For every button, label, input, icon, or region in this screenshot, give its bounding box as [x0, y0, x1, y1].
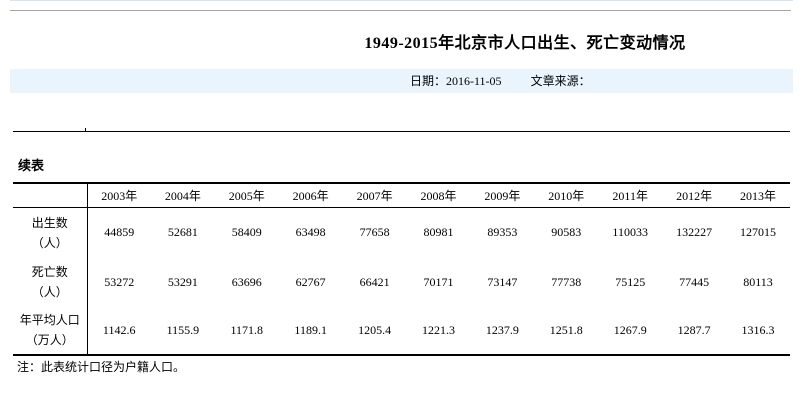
table-cell: 75125 — [615, 274, 646, 289]
page-title: 1949-2015年北京市人口出生、死亡变动情况 — [364, 35, 686, 52]
year-header: 2008年 — [406, 183, 471, 208]
table-cell: 77445 — [679, 274, 710, 289]
table-cell: 127015 — [740, 225, 777, 240]
table-row-avg-population: 年平均人口 （万人） 1142.6 1155.9 1171.8 1189.1 1… — [13, 306, 790, 355]
table-cell: 80981 — [423, 225, 454, 240]
year-header: 2004年 — [150, 183, 215, 208]
table-cell: 90583 — [551, 225, 582, 240]
table-cell: 63696 — [231, 274, 262, 289]
source-label: 文章来源： — [530, 74, 591, 88]
table-cell: 1142.6 — [102, 322, 136, 337]
row-label-line1: 年平均人口 — [19, 313, 80, 327]
row-label-line1: 出生数 — [31, 215, 68, 230]
table-cell: 1155.9 — [166, 322, 200, 337]
table-row-births: 出生数 （人） 44859 52681 58409 63498 77658 80… — [13, 207, 790, 258]
year-header: 2013年 — [726, 183, 790, 208]
top-gray-divider — [10, 10, 791, 11]
table-cell: 58409 — [231, 225, 262, 240]
population-table: 2003年 2004年 2005年 2006年 2007年 2008年 2009… — [13, 182, 790, 356]
table-cell: 1205.4 — [358, 322, 392, 337]
row-label-line2: （人） — [31, 235, 68, 250]
year-header: 2003年 — [87, 183, 151, 208]
year-header: 2005年 — [214, 183, 279, 208]
row-label-line1: 死亡数 — [31, 265, 68, 279]
table-row-deaths: 死亡数 （人） 53272 53291 63696 62767 66421 70… — [13, 258, 790, 306]
table-cell: 80113 — [743, 274, 773, 289]
table-cell: 110033 — [612, 225, 648, 240]
table-cell: 1189.1 — [294, 322, 327, 337]
meta-bar: 日期：2016-11-05 文章来源： — [10, 69, 793, 93]
table-header-row: 2003年 2004年 2005年 2006年 2007年 2008年 2009… — [13, 183, 790, 208]
previous-table-divider-tick — [85, 128, 86, 131]
table-cell: 66421 — [359, 274, 390, 289]
year-header: 2011年 — [598, 183, 663, 208]
row-label-line2: （人） — [31, 285, 68, 299]
top-blue-divider — [10, 0, 793, 1]
table-cell: 44859 — [104, 225, 135, 240]
table-cell: 77658 — [359, 225, 390, 240]
table-cell: 53291 — [167, 274, 198, 289]
table-cell: 1171.8 — [230, 322, 264, 337]
table-cell: 1267.9 — [613, 322, 647, 337]
table-cell: 1237.9 — [485, 322, 519, 337]
date-label: 日期：2016-11-05 — [410, 74, 502, 88]
table-cell: 1316.3 — [741, 322, 775, 337]
previous-table-bottom-border — [13, 131, 790, 132]
corner-cell — [13, 183, 88, 208]
table-cell: 1251.8 — [549, 322, 583, 337]
table-cell: 73147 — [487, 274, 518, 289]
year-header: 2012年 — [662, 183, 727, 208]
table-cell: 89353 — [487, 225, 518, 240]
row-label-line2: （万人） — [25, 333, 74, 347]
row-label-deaths: 死亡数 （人） — [13, 258, 88, 306]
year-header: 2007年 — [342, 183, 407, 208]
table-cell: 132227 — [676, 225, 713, 240]
table-cell: 52681 — [167, 225, 198, 240]
year-header: 2009年 — [470, 183, 535, 208]
table-cell: 77738 — [551, 274, 582, 289]
table-cell: 1287.7 — [677, 322, 711, 337]
year-header: 2010年 — [534, 183, 599, 208]
footnote: 注：此表统计口径为户籍人口。 — [17, 360, 186, 374]
table-cell: 70171 — [423, 274, 454, 289]
row-label-births: 出生数 （人） — [13, 207, 88, 258]
continued-table-label: 续表 — [18, 158, 45, 173]
row-label-avg-population: 年平均人口 （万人） — [13, 306, 88, 355]
year-header: 2006年 — [278, 183, 343, 208]
table-cell: 63498 — [295, 225, 326, 240]
table-cell: 53272 — [104, 274, 135, 289]
table-cell: 62767 — [295, 274, 326, 289]
table-cell: 1221.3 — [421, 322, 455, 337]
